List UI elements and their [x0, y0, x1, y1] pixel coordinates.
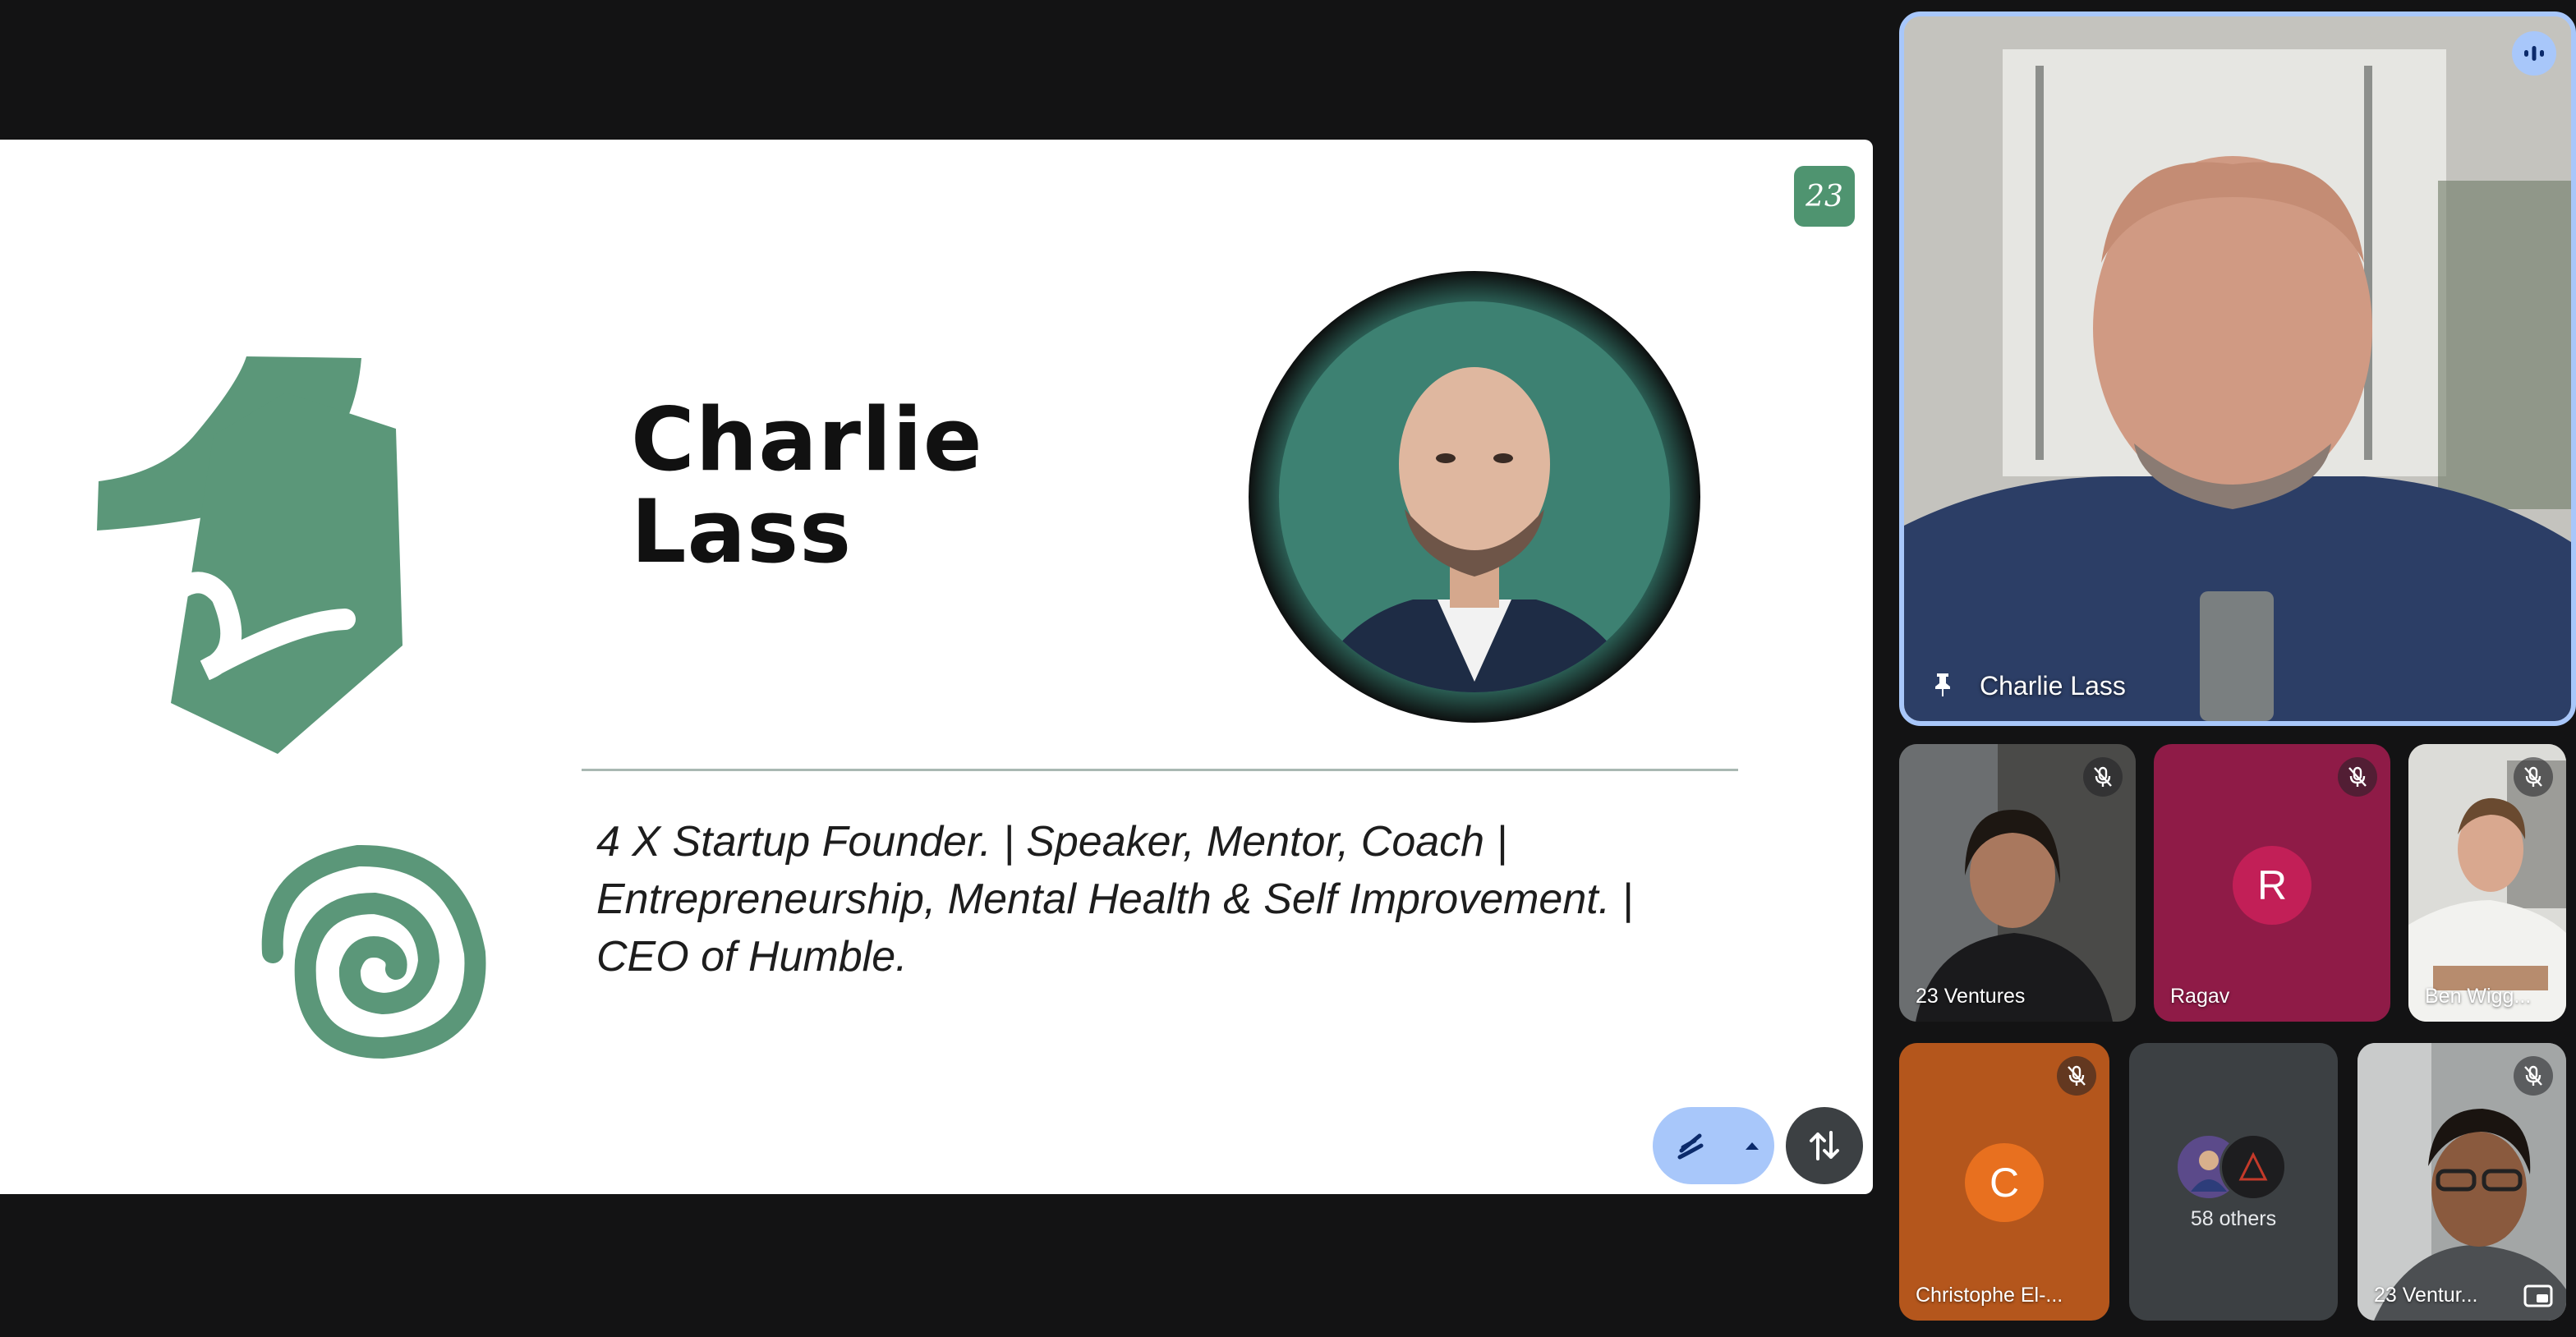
- pen-scribble-icon[interactable]: [1653, 1107, 1730, 1184]
- slide-divider: [582, 769, 1738, 771]
- name-last: Lass: [631, 481, 853, 582]
- avatar: R: [2233, 846, 2312, 925]
- picture-in-picture-icon[interactable]: [2523, 1284, 2553, 1307]
- decorative-shapes: [97, 356, 402, 754]
- spiral-shape: [261, 844, 486, 1059]
- participant-name: Ben Wigg...: [2425, 985, 2532, 1008]
- caret-up-icon[interactable]: [1730, 1107, 1774, 1184]
- slide-logo: 23: [1794, 166, 1855, 227]
- others-count-label: 58 others: [2190, 1207, 2277, 1230]
- avatar-initial: C: [1989, 1160, 2020, 1206]
- mic-off-icon: [2057, 1056, 2096, 1096]
- swap-vertical-icon[interactable]: [1786, 1107, 1863, 1184]
- participant-tile[interactable]: 23 Ventur...: [2358, 1043, 2566, 1321]
- name-first: Charlie: [631, 389, 983, 490]
- participant-name: 23 Ventur...: [2374, 1284, 2478, 1307]
- speaker-bio: 4 X Startup Founder. | Speaker, Mentor, …: [596, 818, 1634, 981]
- annotation-tools[interactable]: [1653, 1107, 1774, 1184]
- participant-tile[interactable]: C Christophe El-...: [1899, 1043, 2109, 1321]
- avatar: C: [1965, 1143, 2044, 1222]
- avatar-initial: R: [2256, 862, 2288, 908]
- speaker-name-heading: Charlie Lass: [631, 394, 983, 578]
- speaker-video: [1904, 16, 2571, 721]
- pin-icon[interactable]: [1929, 670, 1957, 698]
- audio-wave-icon: [2512, 31, 2556, 76]
- mic-off-icon: [2514, 1056, 2553, 1096]
- participant-name: Christophe El-...: [1916, 1284, 2063, 1307]
- participant-tile[interactable]: R Ragav: [2154, 744, 2390, 1022]
- mic-off-icon: [2338, 757, 2377, 797]
- speaker-portrait: [1249, 271, 1700, 723]
- presentation-slide: 23 Charlie Lass 4 X Startup Founder. | S…: [0, 140, 1873, 1194]
- participant-name: 23 Ventures: [1916, 985, 2026, 1008]
- participant-tile[interactable]: Ben Wigg...: [2408, 744, 2566, 1022]
- avatar: [2220, 1133, 2287, 1201]
- participant-tile[interactable]: 23 Ventures: [1899, 744, 2136, 1022]
- mic-off-icon: [2514, 757, 2553, 797]
- mic-off-icon: [2083, 757, 2123, 797]
- speaker-name-label: Charlie Lass: [1980, 671, 2126, 701]
- slide-logo-text: 23: [1806, 179, 1843, 214]
- active-speaker-tile[interactable]: Charlie Lass: [1899, 11, 2576, 726]
- others-tile[interactable]: 58 others: [2129, 1043, 2338, 1321]
- participant-name: Ragav: [2170, 985, 2230, 1008]
